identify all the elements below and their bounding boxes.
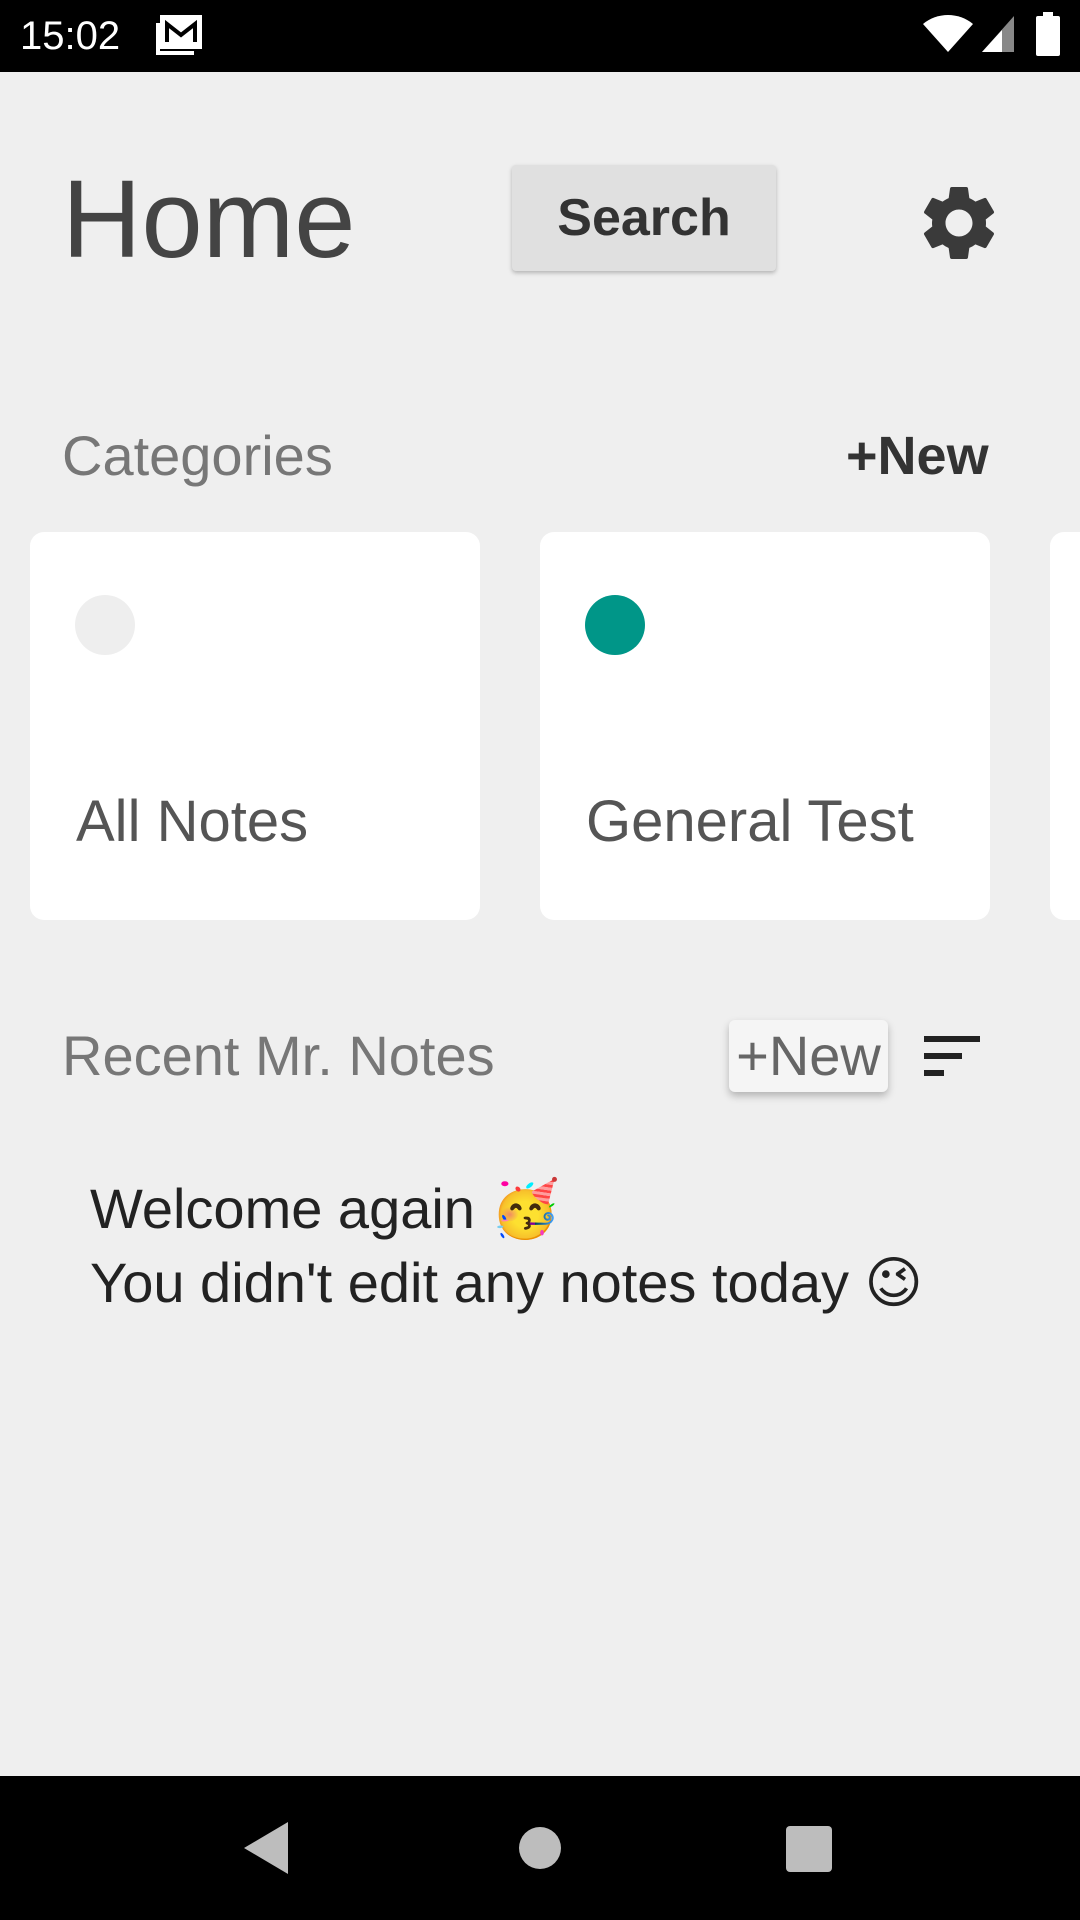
- home-screen: 15:02 Home Search Categories +New All No…: [0, 0, 1080, 1920]
- new-note-button[interactable]: +New: [729, 1020, 888, 1092]
- no-edits-line: You didn't edit any notes today 😉: [90, 1251, 923, 1314]
- recent-notes-title: Recent Mr. Notes: [62, 1024, 495, 1087]
- back-icon[interactable]: [242, 1820, 290, 1876]
- status-bar: 15:02: [0, 0, 1080, 72]
- categories-title: Categories: [62, 424, 333, 487]
- wifi-icon: [923, 15, 973, 52]
- category-label: All Notes: [76, 789, 309, 854]
- category-card-partial[interactable]: [1050, 532, 1080, 920]
- status-time: 15:02: [20, 14, 121, 58]
- category-card-general-test[interactable]: General Test: [540, 532, 990, 920]
- category-card-all-notes[interactable]: All Notes: [30, 532, 480, 920]
- category-color-dot: [585, 595, 645, 655]
- sort-icon[interactable]: [922, 1032, 984, 1080]
- category-label: General Test: [586, 789, 914, 854]
- system-nav-bar: [0, 1776, 1080, 1920]
- page-title: Home: [62, 158, 356, 281]
- search-button[interactable]: Search: [512, 165, 776, 271]
- signal-icon: [982, 16, 1014, 52]
- gmail-icon: [156, 15, 202, 55]
- recents-icon[interactable]: [786, 1826, 832, 1872]
- empty-state-message: Welcome again 🥳 You didn't edit any note…: [90, 1172, 1050, 1320]
- gear-icon[interactable]: [914, 178, 1004, 268]
- home-icon[interactable]: [518, 1826, 562, 1870]
- category-color-dot: [75, 595, 135, 655]
- new-category-button[interactable]: +New: [846, 424, 989, 488]
- battery-icon: [1036, 12, 1060, 56]
- welcome-line: Welcome again 🥳: [90, 1177, 561, 1240]
